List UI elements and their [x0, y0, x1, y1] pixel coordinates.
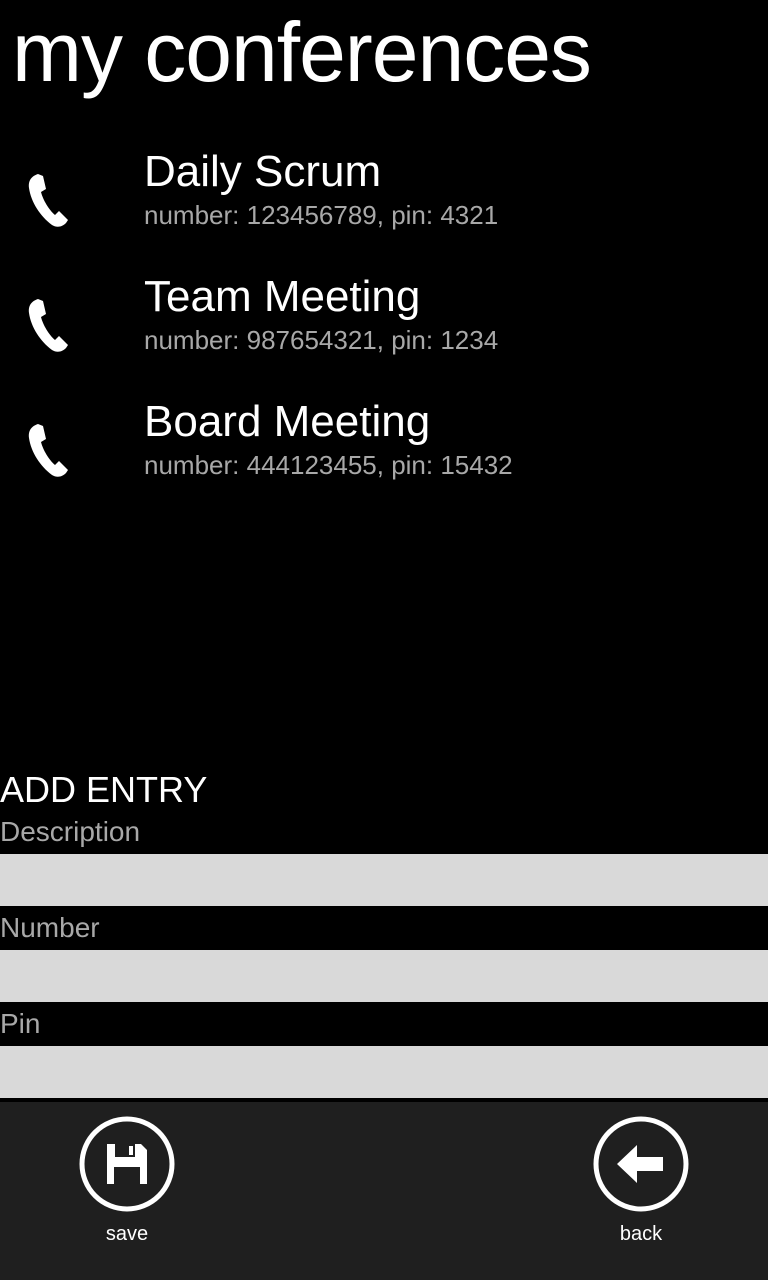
app-bar: save back: [0, 1102, 768, 1280]
conference-item-daily-scrum[interactable]: Daily Scrum number: 123456789, pin: 4321: [0, 140, 768, 260]
page-title: my conferences: [12, 5, 592, 99]
conference-detail: number: 444123455, pin: 15432: [144, 450, 513, 480]
number-field[interactable]: [0, 950, 768, 1002]
number-label: Number: [0, 912, 100, 943]
description-label: Description: [0, 816, 141, 847]
conference-name: Board Meeting: [144, 397, 431, 446]
add-entry-heading: ADD ENTRY: [0, 769, 208, 810]
pin-field[interactable]: [0, 1046, 768, 1098]
save-button[interactable]: save: [72, 1116, 182, 1256]
conference-detail: number: 123456789, pin: 4321: [144, 200, 499, 230]
phone-icon: [28, 174, 68, 227]
save-label: save: [105, 1223, 149, 1245]
conference-detail: number: 987654321, pin: 1234: [144, 325, 499, 355]
phone-icon: [28, 424, 68, 477]
conference-name: Team Meeting: [144, 272, 421, 321]
conference-name: Daily Scrum: [144, 147, 382, 196]
pin-label: Pin: [0, 1008, 41, 1039]
back-label: back: [619, 1223, 663, 1245]
description-field[interactable]: [0, 854, 768, 906]
save-icon: [79, 1116, 175, 1212]
phone-icon: [28, 299, 68, 352]
conference-item-board-meeting[interactable]: Board Meeting number: 444123455, pin: 15…: [0, 390, 768, 510]
back-arrow-icon: [593, 1116, 689, 1212]
back-button[interactable]: back: [586, 1116, 696, 1256]
conference-item-team-meeting[interactable]: Team Meeting number: 987654321, pin: 123…: [0, 265, 768, 385]
